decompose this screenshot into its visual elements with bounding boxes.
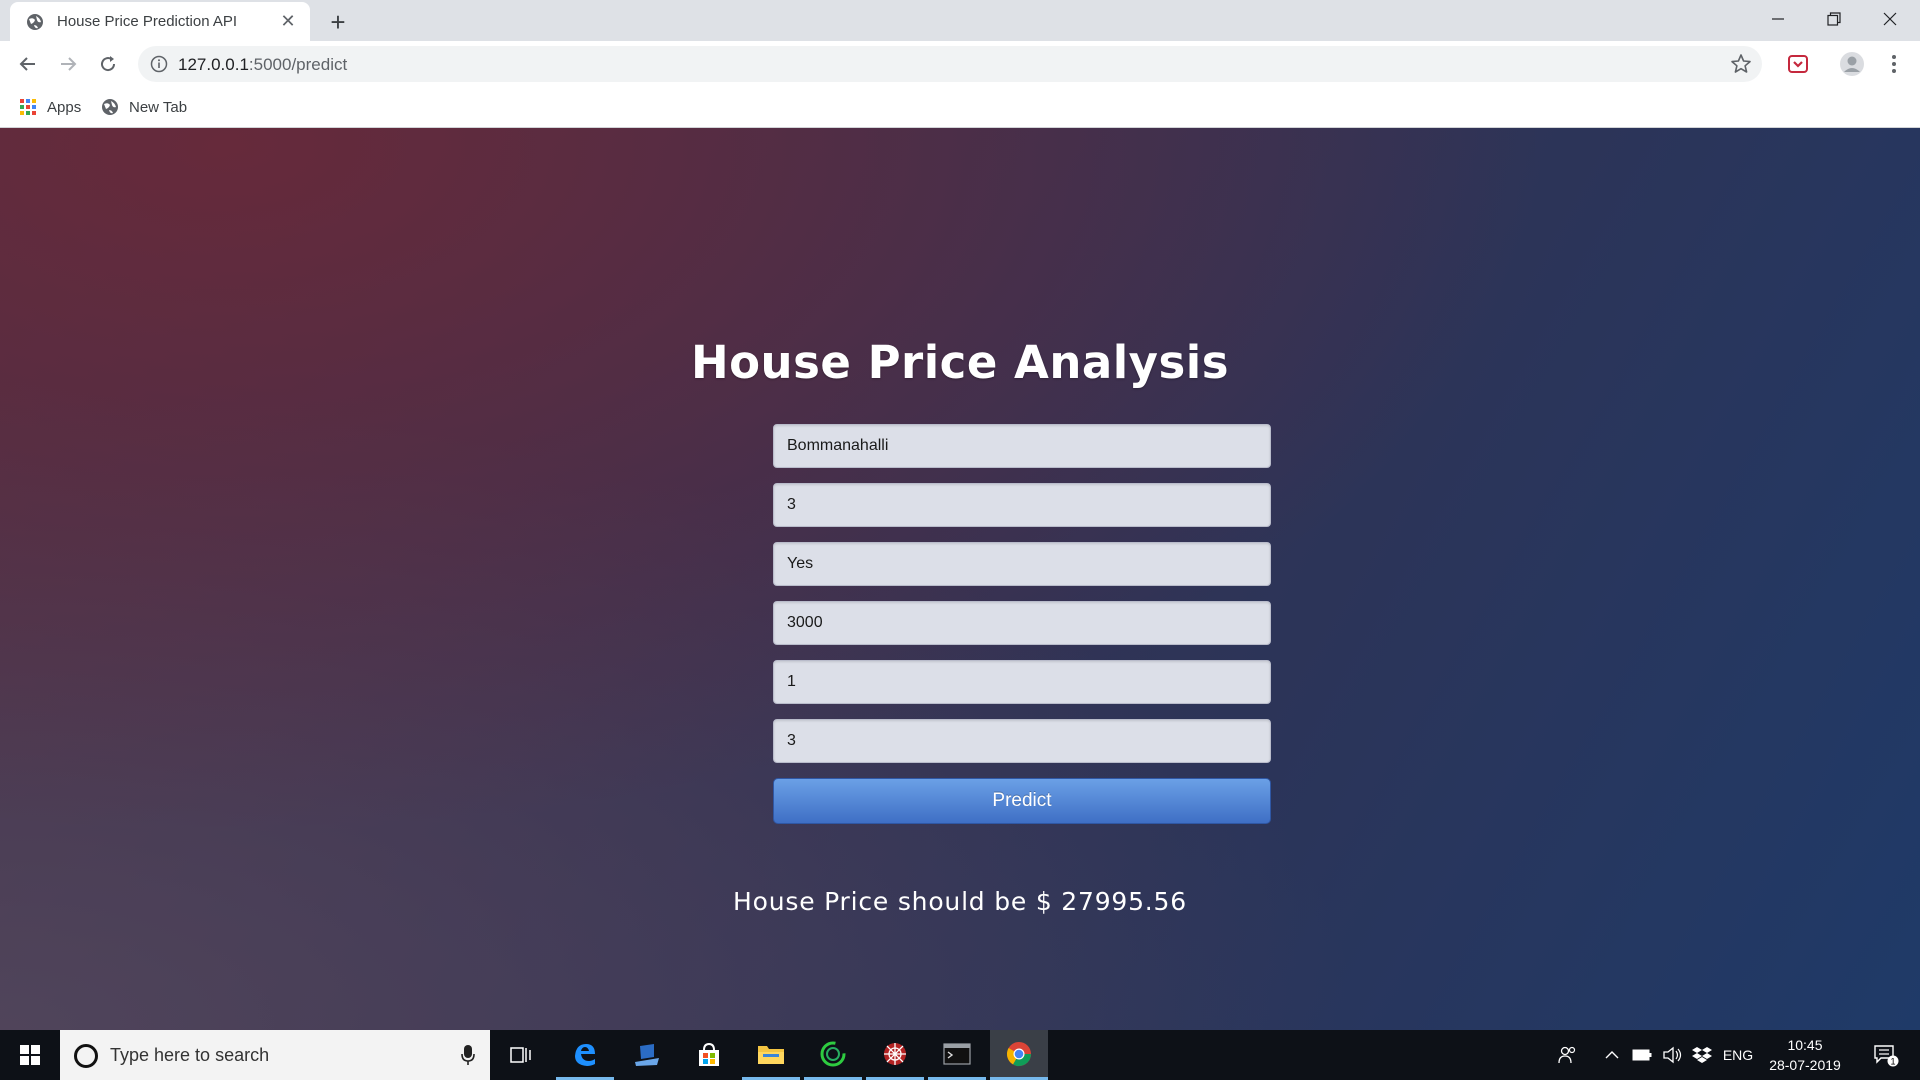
field-value: 3 bbox=[787, 732, 796, 749]
minimize-icon[interactable] bbox=[1750, 0, 1806, 38]
field-value: 3000 bbox=[787, 614, 823, 631]
tab-title: House Price Prediction API bbox=[57, 13, 238, 30]
terminal-icon[interactable] bbox=[928, 1030, 986, 1080]
system-clock[interactable]: 10:45 28-07-2019 bbox=[1760, 1035, 1850, 1075]
store-icon[interactable] bbox=[680, 1030, 738, 1080]
people-icon[interactable] bbox=[1550, 1030, 1584, 1080]
circular-app-icon[interactable] bbox=[804, 1030, 862, 1080]
bookmark-label: New Tab bbox=[129, 98, 188, 116]
globe-icon bbox=[25, 12, 45, 32]
windows-taskbar: Type here to search ENG 10:45 28-07-2019… bbox=[0, 1030, 1920, 1080]
balcony-field[interactable]: 1 bbox=[773, 660, 1271, 704]
predict-button[interactable]: Predict bbox=[773, 778, 1271, 824]
pocket-extension-icon[interactable] bbox=[1784, 50, 1812, 78]
clock-time: 10:45 bbox=[1787, 1037, 1823, 1053]
language-indicator[interactable]: ENG bbox=[1718, 1030, 1758, 1080]
field-value: 1 bbox=[787, 673, 796, 690]
chrome-menu-icon[interactable] bbox=[1880, 50, 1908, 78]
forward-arrow-icon[interactable] bbox=[52, 48, 84, 80]
file-explorer-icon[interactable] bbox=[742, 1030, 800, 1080]
browser-tab[interactable]: House Price Prediction API ✕ bbox=[10, 2, 310, 41]
address-bar[interactable]: 127.0.0.1:5000/predict bbox=[138, 46, 1762, 82]
total-sqft-field[interactable]: 3000 bbox=[773, 601, 1271, 645]
bhk-field[interactable]: 3 bbox=[773, 483, 1271, 527]
availability-field[interactable]: Yes bbox=[773, 542, 1271, 586]
prediction-result: House Price should be $ 27995.56 bbox=[733, 887, 1187, 916]
volume-icon[interactable] bbox=[1658, 1030, 1686, 1080]
browser-toolbar: 127.0.0.1:5000/predict bbox=[0, 41, 1920, 87]
reload-icon[interactable] bbox=[92, 48, 124, 80]
taskbar-search-box[interactable]: Type here to search bbox=[60, 1030, 490, 1080]
back-arrow-icon[interactable] bbox=[12, 48, 44, 80]
restore-icon[interactable] bbox=[1806, 0, 1862, 38]
bookmark-apps[interactable]: Apps bbox=[19, 95, 81, 119]
tab-strip: House Price Prediction API ✕ + bbox=[0, 0, 1920, 41]
bookmark-star-icon[interactable] bbox=[1730, 53, 1752, 75]
location-field[interactable]: Bommanahalli bbox=[773, 424, 1271, 468]
info-icon[interactable] bbox=[150, 55, 168, 73]
dropbox-icon[interactable] bbox=[1688, 1030, 1716, 1080]
notification-center-icon[interactable]: 1 bbox=[1864, 1030, 1908, 1080]
url-path: :5000/predict bbox=[248, 55, 348, 74]
battery-icon[interactable] bbox=[1628, 1030, 1656, 1080]
new-tab-button[interactable]: + bbox=[324, 7, 352, 37]
field-value: 3 bbox=[787, 496, 796, 513]
notification-count: 1 bbox=[1890, 1057, 1895, 1067]
close-window-icon[interactable] bbox=[1862, 0, 1918, 38]
cortana-icon bbox=[74, 1044, 98, 1068]
page-viewport: House Price Analysis Bommanahalli 3 Yes … bbox=[0, 128, 1920, 1030]
bath-field[interactable]: 3 bbox=[773, 719, 1271, 763]
field-value: Yes bbox=[787, 555, 814, 572]
spider-app-icon[interactable] bbox=[866, 1030, 924, 1080]
page-title: House Price Analysis bbox=[690, 336, 1230, 389]
search-placeholder: Type here to search bbox=[110, 1045, 270, 1065]
field-value: Bommanahalli bbox=[787, 437, 889, 454]
bookmark-new-tab[interactable]: New Tab bbox=[101, 95, 187, 119]
url-text: 127.0.0.1:5000/predict bbox=[178, 55, 347, 75]
url-host: 127.0.0.1 bbox=[178, 55, 249, 74]
chrome-icon[interactable] bbox=[990, 1030, 1048, 1080]
windows-start-icon[interactable] bbox=[0, 1030, 60, 1080]
microphone-icon[interactable] bbox=[460, 1044, 476, 1066]
bookmarks-bar: Apps New Tab bbox=[0, 87, 1920, 128]
profile-avatar-icon[interactable] bbox=[1838, 50, 1866, 78]
app-icon[interactable] bbox=[618, 1030, 676, 1080]
clock-date: 28-07-2019 bbox=[1769, 1057, 1841, 1073]
bookmark-label: Apps bbox=[47, 98, 82, 116]
apps-grid-icon bbox=[19, 98, 37, 116]
chevron-up-icon[interactable] bbox=[1600, 1030, 1624, 1080]
close-tab-icon[interactable]: ✕ bbox=[276, 10, 300, 34]
globe-icon bbox=[101, 98, 119, 116]
task-view-icon[interactable] bbox=[492, 1030, 550, 1080]
edge-browser-icon[interactable] bbox=[556, 1030, 614, 1080]
